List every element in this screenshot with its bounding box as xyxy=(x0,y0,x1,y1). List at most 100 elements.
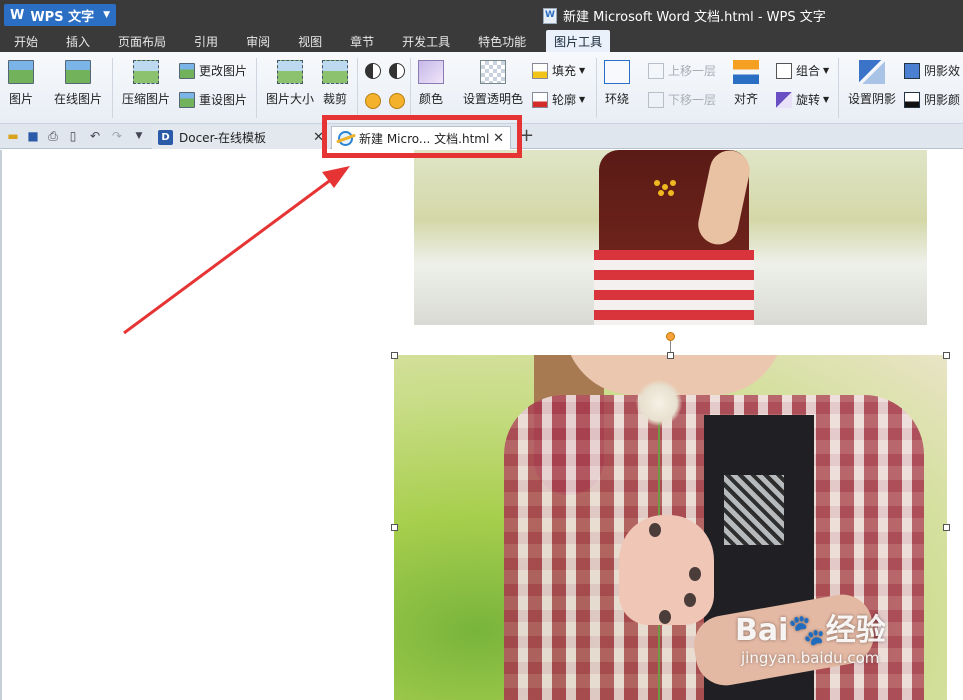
flower-bunch xyxy=(654,180,684,200)
ribbon-divider xyxy=(357,58,358,118)
rotate-button[interactable]: 旋转 ▼ xyxy=(776,91,829,108)
menu-bar: 开始 插入 页面布局 引用 审阅 视图 章节 开发工具 特色功能 图片工具 xyxy=(0,30,963,52)
rotate-icon xyxy=(776,91,792,108)
outline-icon xyxy=(532,91,548,108)
ribbon-divider xyxy=(596,58,597,118)
ribbon-divider xyxy=(256,58,257,118)
contrast-icon xyxy=(365,63,381,79)
group-button[interactable]: 组合 ▼ xyxy=(776,62,829,79)
watermark-brand: Bai🐾经验 xyxy=(735,613,886,648)
redo-icon[interactable]: ↷ xyxy=(110,129,124,143)
color-label: 颜色 xyxy=(418,92,443,106)
title-bar: W WPS 文字 ▼ 新建 Microsoft Word 文档.html - W… xyxy=(0,0,963,30)
shadow-effect-label: 阴影效 xyxy=(924,64,961,78)
menu-references[interactable]: 引用 xyxy=(186,30,226,52)
left-page-edge xyxy=(0,150,2,700)
bring-forward-button[interactable]: 上移一层 xyxy=(648,62,716,79)
shadow-effect-button[interactable]: 阴影效 xyxy=(904,62,960,79)
fingernail xyxy=(689,567,701,581)
save-icon[interactable]: ■ xyxy=(26,129,40,143)
brightness-down-icon xyxy=(389,93,405,109)
online-picture-button[interactable]: 在线图片 xyxy=(54,60,102,107)
docer-icon: D xyxy=(158,130,173,145)
contrast-down-icon xyxy=(389,63,405,79)
wps-menu-button[interactable]: W WPS 文字 ▼ xyxy=(4,4,116,26)
fingernail xyxy=(659,610,671,624)
picture-size-button[interactable]: 图片大小 xyxy=(266,60,314,107)
resize-handle-right[interactable] xyxy=(943,524,950,531)
menu-page-layout[interactable]: 页面布局 xyxy=(110,30,174,52)
outline-label: 轮廓 xyxy=(552,93,577,107)
transparent-icon xyxy=(480,60,506,84)
align-button[interactable]: 对齐 xyxy=(733,60,759,107)
bring-forward-label: 上移一层 xyxy=(668,64,717,78)
menu-developer[interactable]: 开发工具 xyxy=(394,30,458,52)
crop-label: 裁剪 xyxy=(322,92,347,106)
menu-picture-tools[interactable]: 图片工具 xyxy=(546,30,611,52)
group-label: 组合 xyxy=(796,64,821,78)
fill-button[interactable]: 填充 ▼ xyxy=(532,62,585,79)
menu-view[interactable]: 视图 xyxy=(290,30,330,52)
contrast-button[interactable] xyxy=(365,63,409,79)
compress-picture-button[interactable]: 压缩图片 xyxy=(122,60,170,107)
group-icon xyxy=(776,62,792,79)
shadow-color-label: 阴影颜 xyxy=(924,93,961,107)
print-preview-icon[interactable]: ▯ xyxy=(66,129,80,143)
picture-label: 图片 xyxy=(8,92,33,106)
chevron-down-icon[interactable]: ▼ xyxy=(132,129,146,143)
menu-home[interactable]: 开始 xyxy=(6,30,46,52)
change-picture-button[interactable]: 更改图片 xyxy=(179,62,247,79)
tab-docer-templates[interactable]: D Docer-在线模板 ✕ xyxy=(152,126,330,149)
fingernail xyxy=(649,523,661,537)
online-picture-icon xyxy=(65,60,91,84)
color-button[interactable]: 颜色 xyxy=(418,60,444,107)
fingernail xyxy=(684,593,696,607)
resize-handle-top-left[interactable] xyxy=(391,352,398,359)
tab-docer-label: Docer-在线模板 xyxy=(179,131,267,145)
document-image-top[interactable] xyxy=(414,150,927,325)
ribbon: 图片 在线图片 压缩图片 更改图片 重设图片 图片大小 裁剪 颜色 设置透明色 … xyxy=(0,52,963,124)
menu-insert[interactable]: 插入 xyxy=(58,30,98,52)
reset-picture-button[interactable]: 重设图片 xyxy=(179,91,247,108)
send-backward-label: 下移一层 xyxy=(668,93,717,107)
picture-button[interactable]: 图片 xyxy=(8,60,34,107)
chevron-down-icon: ▼ xyxy=(579,66,586,75)
undo-icon[interactable]: ↶ xyxy=(88,129,102,143)
brightness-button[interactable] xyxy=(365,93,409,109)
shadow-color-button[interactable]: 阴影颜 xyxy=(904,91,960,108)
rotation-handle[interactable] xyxy=(666,332,675,341)
outline-button[interactable]: 轮廓 ▼ xyxy=(532,91,585,108)
hand-shape xyxy=(619,515,714,625)
open-folder-icon[interactable]: ▬ xyxy=(6,129,20,143)
color-icon xyxy=(418,60,444,84)
resize-handle-top[interactable] xyxy=(667,352,674,359)
send-backward-button[interactable]: 下移一层 xyxy=(648,91,716,108)
set-transparent-button[interactable]: 设置透明色 xyxy=(463,60,523,107)
print-icon[interactable]: ⎙ xyxy=(46,129,60,143)
set-shadow-button[interactable]: 设置阴影 xyxy=(848,60,896,107)
change-picture-icon xyxy=(179,62,195,79)
ribbon-divider xyxy=(838,58,839,118)
wps-menu-label: WPS 文字 xyxy=(30,9,95,25)
fill-label: 填充 xyxy=(552,64,577,78)
menu-chapter[interactable]: 章节 xyxy=(342,30,382,52)
window-title-text: 新建 Microsoft Word 文档.html - WPS 文字 xyxy=(563,10,826,25)
shadow-effect-icon xyxy=(904,62,920,79)
crop-button[interactable]: 裁剪 xyxy=(322,60,348,107)
baidu-watermark: Bai🐾经验 jingyan.baidu.com xyxy=(735,605,886,667)
change-picture-label: 更改图片 xyxy=(199,64,248,78)
align-label: 对齐 xyxy=(733,92,758,106)
rotate-label: 旋转 xyxy=(796,93,821,107)
watermark-url: jingyan.baidu.com xyxy=(741,649,880,667)
resize-handle-top-right[interactable] xyxy=(943,352,950,359)
wrap-button[interactable]: 环绕 xyxy=(604,60,630,107)
bring-forward-icon xyxy=(648,62,664,79)
menu-review[interactable]: 审阅 xyxy=(238,30,278,52)
ribbon-divider xyxy=(112,58,113,118)
wrap-icon xyxy=(604,60,630,84)
resize-handle-left[interactable] xyxy=(391,524,398,531)
online-picture-label: 在线图片 xyxy=(54,92,103,106)
shadow-color-icon xyxy=(904,91,920,108)
ribbon-divider xyxy=(410,58,411,118)
menu-features[interactable]: 特色功能 xyxy=(470,30,534,52)
